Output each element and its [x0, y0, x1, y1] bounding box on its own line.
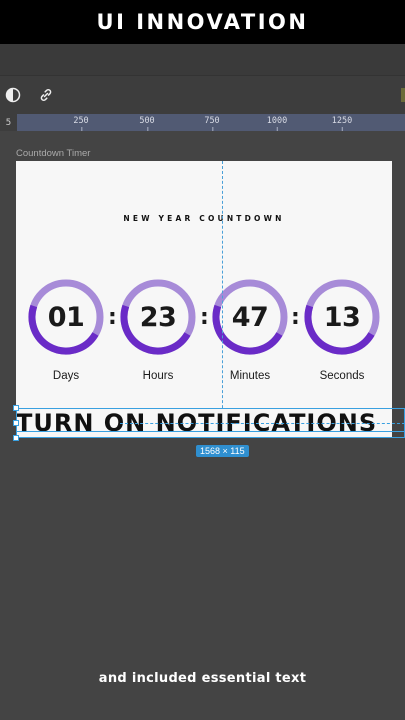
seconds-ring: 13: [302, 277, 382, 357]
days-ring: 01: [26, 277, 106, 357]
caption: and included essential text: [98, 671, 307, 686]
ruler-tick: 1000: [266, 116, 288, 131]
resize-handle-top-left[interactable]: [13, 405, 19, 411]
dimensions-badge: 1568 × 115: [196, 445, 249, 457]
banner: UI INNOVATION: [0, 0, 405, 44]
countdown-artboard[interactable]: NEW YEAR COUNTDOWN 01 : 23 : 47 : 13 Day…: [16, 161, 392, 408]
ruler-tick: 500: [139, 116, 155, 131]
contrast-icon[interactable]: [3, 85, 23, 105]
center-guide: [222, 161, 223, 428]
separator: :: [108, 305, 117, 330]
top-bar: [0, 44, 405, 76]
link-icon[interactable]: [36, 85, 56, 105]
ruler-tick: 750: [204, 116, 220, 131]
hours-value: 23: [139, 301, 177, 333]
banner-title: UI INNOVATION: [96, 10, 309, 34]
selection-midline: [120, 423, 405, 424]
resize-handle-bottom-left[interactable]: [13, 435, 19, 441]
separator: :: [200, 305, 209, 330]
resize-handle-left[interactable]: [13, 420, 19, 426]
days-label: Days: [52, 370, 80, 382]
countdown-units: 01 : 23 : 47 : 13: [16, 277, 392, 367]
seconds-label: Seconds: [319, 370, 365, 382]
seconds-value: 13: [323, 301, 361, 333]
hours-label: Hours: [142, 370, 174, 382]
ruler-start: 5: [0, 114, 17, 131]
frame-label[interactable]: Countdown Timer: [16, 148, 90, 159]
horizontal-ruler[interactable]: 5 250 500 750 1000 1250: [0, 114, 405, 131]
hours-ring: 23: [118, 277, 198, 357]
ruler-tick: 1250: [331, 116, 353, 131]
toolbar-edge-marker: [401, 88, 405, 102]
countdown-title: NEW YEAR COUNTDOWN: [123, 214, 285, 223]
toolbar: [0, 76, 405, 114]
separator: :: [291, 305, 300, 330]
ruler-tick: 250: [73, 116, 89, 131]
days-value: 01: [47, 301, 85, 333]
selection-baseline: [16, 431, 405, 432]
